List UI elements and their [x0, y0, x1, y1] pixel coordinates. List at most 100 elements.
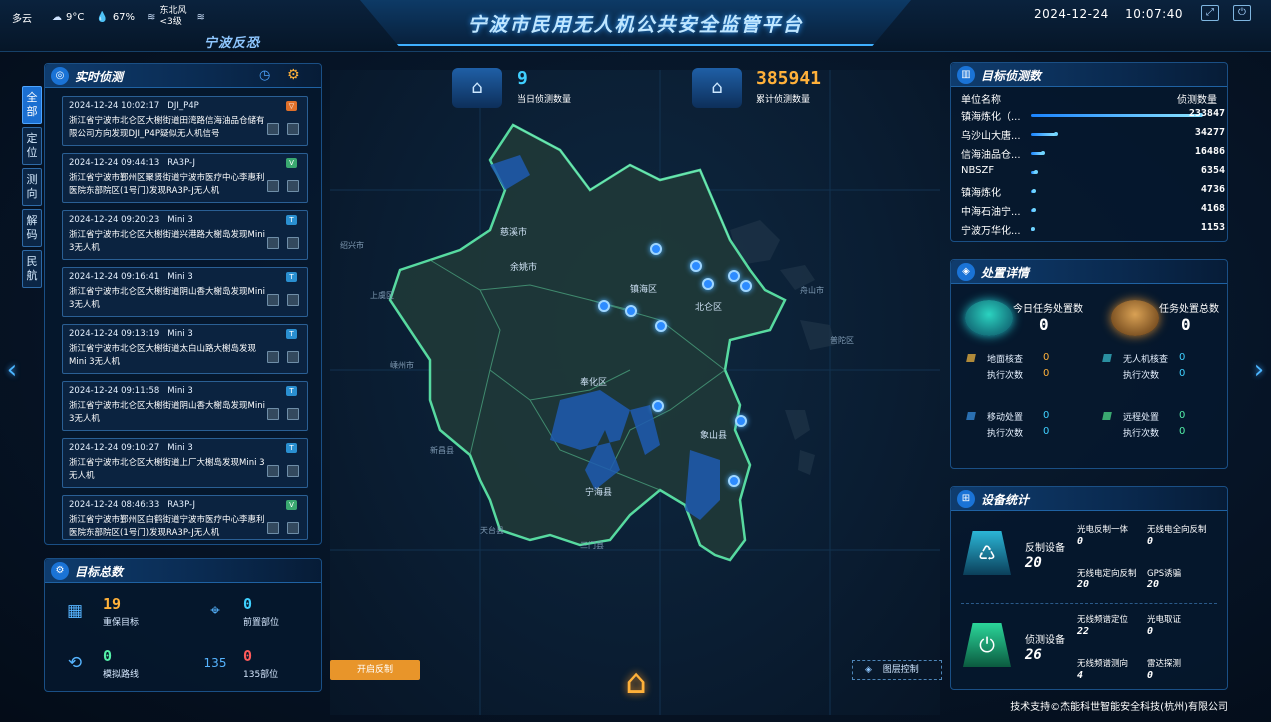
drone-marker[interactable] — [740, 280, 752, 292]
app-root: 慈溪市 余姚市 镇海区 北仑区 奉化区 象山县 宁海县 舟山市 普陀区 三门县 … — [0, 0, 1271, 722]
rank-row[interactable]: NBSZF 6354 — [961, 164, 1225, 180]
drone-marker[interactable] — [728, 475, 740, 487]
detail-icon[interactable] — [287, 522, 299, 534]
detection-header: 2024-12-24 09:20:23 Mini 3 — [69, 215, 193, 225]
detail-icon[interactable] — [287, 465, 299, 477]
rank-value: 1153 — [1200, 222, 1225, 233]
exec-label: 执行次数 — [987, 429, 1024, 439]
stat-135-positions[interactable]: 135 0 135部位 — [199, 647, 319, 687]
detection-card[interactable]: 2024-12-24 09:44:13 RA3P-J V 浙江省宁波市鄞州区聚贤街道宁… — [62, 153, 308, 203]
locate-icon[interactable] — [267, 465, 279, 477]
drone-marker[interactable] — [625, 305, 637, 317]
device-sub-label: 光电反制一体 — [1077, 525, 1129, 535]
home-icon[interactable]: ⌂ — [614, 662, 658, 702]
locate-icon[interactable] — [267, 522, 279, 534]
detection-card[interactable]: 2024-12-24 09:20:23 Mini 3 T 浙江省宁波市北仑区大榭街道兴… — [62, 210, 308, 260]
locate-icon[interactable] — [267, 237, 279, 249]
rank-row[interactable]: 宁波万华化... 1153 — [961, 221, 1225, 237]
detection-card[interactable]: 2024-12-24 09:13:19 Mini 3 T 浙江省宁波市北仑区大榭街道太… — [62, 324, 308, 374]
logout-icon[interactable]: ⏻ — [1233, 5, 1251, 21]
map-svg[interactable] — [330, 70, 940, 715]
drone-marker[interactable] — [690, 260, 702, 272]
wind-direction: 东北风 — [159, 6, 187, 16]
drone-base-icon: ⌂ — [452, 68, 502, 108]
disposal-group[interactable]: 远程处置 0 执行次数 0 — [1102, 410, 1213, 446]
detail-icon[interactable] — [287, 237, 299, 249]
detection-card[interactable]: 2024-12-24 09:10:27 Mini 3 T 浙江省宁波市北仑区大榭街道上… — [62, 438, 308, 488]
clock-icon[interactable]: ◷ — [259, 68, 270, 83]
rank-row[interactable]: 信海油品仓... 16486 — [961, 145, 1225, 161]
detect-device-value: 26 — [1025, 647, 1042, 663]
stat-key-targets[interactable]: ▦ 19 重保目标 — [59, 595, 179, 635]
map-label: 新昌县 — [430, 446, 454, 455]
detection-card[interactable]: 2024-12-24 10:02:17 DJI_P4P ▽ 浙江省宁波市北仑区大榭街道… — [62, 96, 308, 146]
tab-all[interactable]: 全部 — [22, 86, 42, 124]
time: 10:07:40 — [1125, 7, 1183, 21]
detection-header: 2024-12-24 09:13:19 Mini 3 — [69, 329, 193, 339]
locate-icon[interactable] — [267, 180, 279, 192]
tab-civil[interactable]: 民航 — [22, 250, 42, 288]
locate-icon[interactable] — [267, 408, 279, 420]
stat-value: 0 — [243, 647, 253, 665]
rank-row[interactable]: 镇海炼化（... 233847 — [961, 107, 1225, 123]
datetime: 2024-12-24 10:07:40 — [1034, 7, 1183, 21]
rank-value: 233847 — [1188, 108, 1225, 119]
settings-icon[interactable]: ⚙ — [287, 67, 300, 83]
panel-header: ◈ 处置详情 — [951, 260, 1227, 284]
detail-icon[interactable] — [287, 123, 299, 135]
drone-marker[interactable] — [735, 415, 747, 427]
rank-row[interactable]: 中海石油宁... 4168 — [961, 202, 1225, 218]
wind-icon-2: ≋ — [196, 11, 205, 23]
tab-decode[interactable]: 解码 — [22, 209, 42, 247]
detail-icon[interactable] — [287, 408, 299, 420]
drone-marker[interactable] — [650, 243, 662, 255]
drone-marker[interactable] — [728, 270, 740, 282]
right-arrow-icon[interactable]: › — [1249, 345, 1269, 395]
detection-time: 2024-12-24 09:44:13 — [69, 158, 160, 168]
detection-model: RA3P-J — [167, 158, 196, 168]
disposal-group[interactable]: 移动处置 0 执行次数 0 — [966, 410, 1077, 446]
left-arrow-icon[interactable]: ‹ — [2, 345, 22, 395]
disposal-group[interactable]: 地面核查 0 执行次数 0 — [966, 352, 1077, 388]
detail-icon[interactable] — [287, 180, 299, 192]
tab-locate[interactable]: 定位 — [22, 127, 42, 165]
rank-row[interactable]: 乌沙山大唐... 34277 — [961, 126, 1225, 142]
stat-label: 重保目标 — [103, 618, 140, 628]
layer-control-button[interactable]: ◈ 图层控制 — [852, 660, 942, 680]
detail-icon[interactable] — [287, 351, 299, 363]
device-sub-value: 0 — [1147, 626, 1154, 637]
footer-text: 技术支持©杰能科世智能安全科技(杭州)有限公司 — [1010, 702, 1228, 713]
tab-direction[interactable]: 测向 — [22, 168, 42, 206]
locate-icon[interactable] — [267, 351, 279, 363]
disposal-group[interactable]: 无人机核查 0 执行次数 0 — [1102, 352, 1213, 388]
detection-card[interactable]: 2024-12-24 08:46:33 RA3P-J V 浙江省宁波市鄞州区白鹤街道宁… — [62, 495, 308, 540]
exec-count: 0 — [1179, 368, 1186, 379]
rank-row[interactable]: 镇海炼化 4736 — [961, 183, 1225, 199]
detail-icon[interactable] — [287, 294, 299, 306]
drone-marker[interactable] — [655, 320, 667, 332]
fullscreen-icon[interactable]: ⤢ — [1201, 5, 1219, 21]
exec-label: 执行次数 — [987, 371, 1024, 381]
detect-device-icon: ⏻ — [963, 623, 1011, 667]
device-sub-label: 无线频谱测向 — [1077, 659, 1129, 669]
map-area[interactable]: 慈溪市 余姚市 镇海区 北仑区 奉化区 象山县 宁海县 舟山市 普陀区 三门县 … — [330, 70, 940, 715]
detection-card[interactable]: 2024-12-24 09:11:58 Mini 3 T 浙江省宁波市北仑区大榭街道阴… — [62, 381, 308, 431]
detection-time: 2024-12-24 09:11:58 — [69, 386, 160, 396]
stat-sim-routes[interactable]: ⟲ 0 模拟路线 — [59, 647, 179, 687]
open-counter-button[interactable]: 开启反制 — [330, 660, 420, 680]
wind-level: <3级 — [159, 17, 182, 27]
locate-icon[interactable] — [267, 294, 279, 306]
drone-marker[interactable] — [598, 300, 610, 312]
counter-device-label: 反制设备 — [1025, 543, 1065, 554]
device-sub-value: 0 — [1147, 536, 1154, 547]
detect-device-label: 侦测设备 — [1025, 635, 1065, 646]
stat-front-positions[interactable]: ⌖ 0 前置部位 — [199, 595, 319, 635]
rank-bar-tip — [1032, 208, 1036, 212]
exec-label: 执行次数 — [1123, 429, 1160, 439]
locate-icon[interactable] — [267, 123, 279, 135]
detection-card[interactable]: 2024-12-24 09:16:41 Mini 3 T 浙江省宁波市北仑区大榭街道阴… — [62, 267, 308, 317]
drone-marker[interactable] — [702, 278, 714, 290]
drone-marker[interactable] — [652, 400, 664, 412]
disposal-count: 0 — [1043, 352, 1050, 363]
detection-type-icon: ▽ — [286, 101, 297, 111]
